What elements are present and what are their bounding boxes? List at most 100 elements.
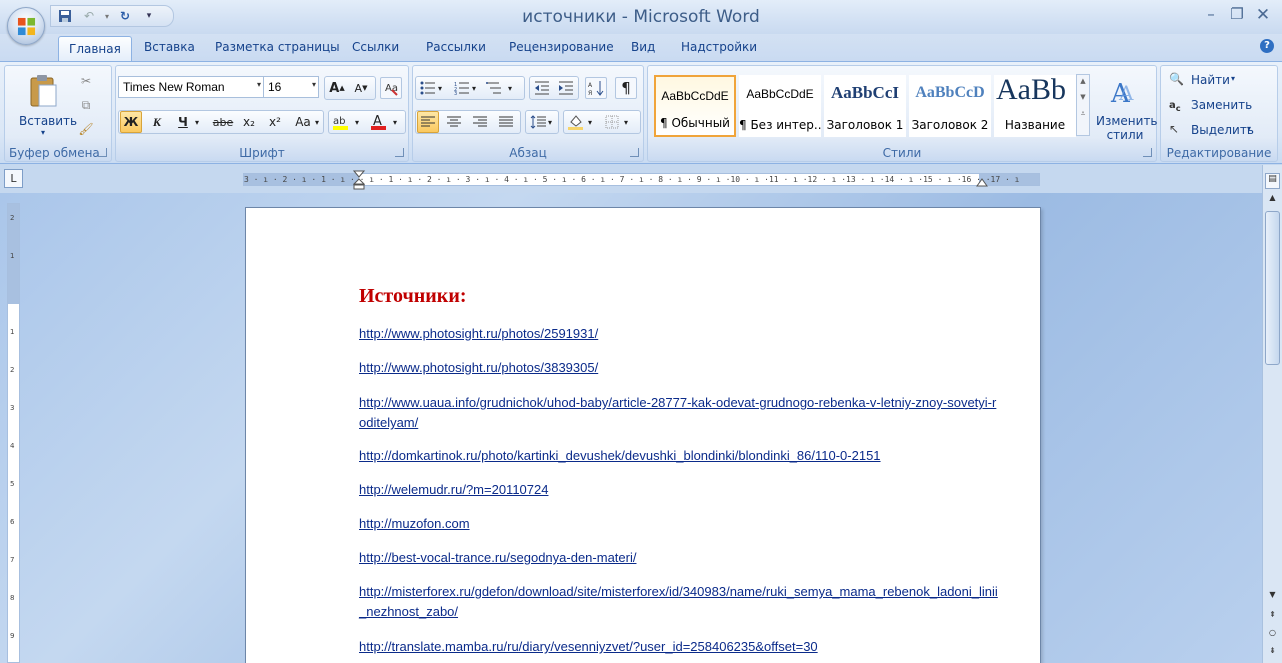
align-left-icon[interactable] bbox=[417, 111, 439, 133]
font-color-dropdown-icon[interactable]: ▾ bbox=[390, 111, 400, 133]
highlight-icon[interactable]: ab bbox=[330, 111, 352, 133]
change-case-dropdown-icon[interactable]: ▾ bbox=[312, 111, 322, 133]
paste-button[interactable]: Вставить ▾ bbox=[17, 72, 77, 142]
styles-more-icon[interactable]: ⩡ bbox=[1077, 109, 1089, 119]
format-painter-icon[interactable]: 🖌 bbox=[75, 118, 97, 140]
select-button[interactable]: ↖ Выделить ▾ bbox=[1169, 122, 1254, 140]
source-link[interactable]: http://www.photosight.ru/photos/3839305/ bbox=[359, 358, 999, 378]
svg-text:6: 6 bbox=[10, 518, 15, 526]
restore-icon[interactable]: ❐ bbox=[1226, 5, 1248, 25]
scroll-up-icon[interactable]: ▲ bbox=[1265, 193, 1280, 209]
tab-addins[interactable]: Надстройки bbox=[681, 40, 757, 54]
increase-indent-icon[interactable] bbox=[555, 77, 577, 99]
tab-home[interactable]: Главная bbox=[58, 36, 132, 63]
clipboard-dialog-launcher-icon[interactable] bbox=[98, 148, 107, 157]
tab-review[interactable]: Рецензирование bbox=[509, 40, 614, 54]
source-link[interactable]: http://muzofon.com bbox=[359, 514, 999, 534]
tab-page-layout[interactable]: Разметка страницы bbox=[215, 40, 340, 54]
clear-formatting-icon[interactable]: Aa bbox=[380, 77, 402, 99]
tab-references[interactable]: Ссылки bbox=[352, 40, 399, 54]
paste-dropdown-icon[interactable]: ▾ bbox=[41, 128, 45, 137]
copy-icon[interactable]: ⧉ bbox=[75, 94, 97, 116]
highlight-dropdown-icon[interactable]: ▾ bbox=[352, 111, 362, 133]
superscript-button[interactable]: x² bbox=[264, 111, 286, 133]
close-icon[interactable]: ✕ bbox=[1252, 5, 1274, 25]
italic-button[interactable]: К bbox=[146, 111, 168, 133]
font-dialog-launcher-icon[interactable] bbox=[395, 148, 404, 157]
styles-dialog-launcher-icon[interactable] bbox=[1143, 148, 1152, 157]
styles-gallery-scroll[interactable]: ▲ ▼ ⩡ bbox=[1076, 74, 1090, 136]
shrink-font-button[interactable]: A ▼ bbox=[350, 77, 372, 99]
scroll-down-icon[interactable]: ▼ bbox=[1265, 590, 1280, 606]
justify-icon[interactable] bbox=[495, 111, 517, 133]
document-page[interactable]: Источники: http://www.photosight.ru/phot… bbox=[245, 207, 1041, 663]
change-styles-button[interactable]: A A Изменить стили bbox=[1094, 74, 1158, 144]
bold-button[interactable]: Ж bbox=[120, 111, 142, 133]
view-ruler-icon[interactable]: ▤ bbox=[1265, 173, 1280, 189]
select-dropdown-icon[interactable]: ▾ bbox=[1247, 124, 1251, 133]
subscript-button[interactable]: x₂ bbox=[238, 111, 260, 133]
svg-text:3: 3 bbox=[454, 91, 457, 95]
next-page-icon[interactable]: ⇟ bbox=[1265, 646, 1280, 662]
indent-marker-icon[interactable] bbox=[353, 170, 365, 190]
shading-dropdown-icon[interactable]: ▾ bbox=[585, 111, 595, 133]
style-title[interactable]: AaBb Название bbox=[994, 73, 1076, 137]
paragraph-dialog-launcher-icon[interactable] bbox=[630, 148, 639, 157]
decrease-indent-icon[interactable] bbox=[531, 77, 553, 99]
tab-insert[interactable]: Вставка bbox=[144, 40, 195, 54]
style-heading-1[interactable]: AaBbCcI Заголовок 1 bbox=[824, 75, 906, 137]
tab-mailings[interactable]: Рассылки bbox=[426, 40, 486, 54]
strikethrough-button[interactable]: abe bbox=[212, 111, 234, 133]
underline-dropdown-icon[interactable]: ▾ bbox=[192, 111, 202, 133]
tab-selector-button[interactable]: L bbox=[4, 169, 23, 188]
align-center-icon[interactable] bbox=[443, 111, 465, 133]
font-name-dropdown-icon[interactable]: ▾ bbox=[257, 80, 261, 89]
source-link[interactable]: http://best-vocal-trance.ru/segodnya-den… bbox=[359, 548, 999, 568]
shading-icon[interactable] bbox=[565, 111, 587, 133]
office-logo-icon bbox=[17, 17, 36, 36]
right-indent-marker-icon[interactable] bbox=[976, 178, 988, 188]
borders-dropdown-icon[interactable]: ▾ bbox=[621, 111, 631, 133]
font-size-input[interactable]: 16 ▾ bbox=[263, 76, 319, 98]
font-size-dropdown-icon[interactable]: ▾ bbox=[312, 80, 316, 89]
font-color-icon[interactable]: A bbox=[368, 111, 390, 133]
show-formatting-marks-button[interactable]: ¶ bbox=[615, 77, 637, 99]
bullets-dropdown-icon[interactable]: ▾ bbox=[435, 77, 445, 99]
find-dropdown-icon[interactable]: ▾ bbox=[1231, 74, 1235, 83]
styles-scroll-up-icon[interactable]: ▲ bbox=[1077, 77, 1089, 85]
styles-scroll-down-icon[interactable]: ▼ bbox=[1077, 93, 1089, 101]
style-heading-2[interactable]: AaBbCcD Заголовок 2 bbox=[909, 75, 991, 137]
font-name-input[interactable]: Times New Roman ▾ bbox=[118, 76, 264, 98]
tab-view[interactable]: Вид bbox=[631, 40, 655, 54]
source-link[interactable]: http://translate.mamba.ru/ru/diary/vesen… bbox=[359, 637, 999, 657]
browse-object-icon[interactable]: ○ bbox=[1265, 628, 1280, 644]
cut-icon[interactable]: ✂ bbox=[75, 70, 97, 92]
underline-button[interactable]: Ч bbox=[172, 111, 194, 133]
multilevel-dropdown-icon[interactable]: ▾ bbox=[505, 77, 515, 99]
source-link[interactable]: http://domkartinok.ru/photo/kartinki_dev… bbox=[359, 446, 999, 466]
grow-font-button[interactable]: A ▲ bbox=[326, 77, 348, 99]
previous-page-icon[interactable]: ⇞ bbox=[1265, 610, 1280, 626]
minimize-icon[interactable]: – bbox=[1200, 5, 1222, 25]
find-button[interactable]: 🔍 Найти ▾ bbox=[1169, 72, 1235, 90]
change-case-button[interactable]: Aa bbox=[292, 111, 314, 133]
numbering-dropdown-icon[interactable]: ▾ bbox=[469, 77, 479, 99]
office-button[interactable] bbox=[7, 7, 45, 45]
scrollbar-thumb[interactable] bbox=[1265, 211, 1280, 365]
horizontal-ruler[interactable]: 3 · ı · 2 · ı · 1 · ı · · ı · 1 · ı · 2 … bbox=[243, 170, 1040, 190]
source-link[interactable]: http://misterforex.ru/gdefon/download/si… bbox=[359, 582, 999, 622]
style-normal[interactable]: AaBbCcDdE ¶ Обычный bbox=[654, 75, 736, 137]
help-icon[interactable]: ? bbox=[1260, 39, 1274, 53]
vertical-scrollbar[interactable]: ▤ ▲ ▼ ⇞ ○ ⇟ bbox=[1262, 165, 1282, 663]
source-link[interactable]: http://welemudr.ru/?m=20110724 bbox=[359, 480, 999, 500]
source-link[interactable]: http://www.uaua.info/grudnichok/uhod-bab… bbox=[359, 393, 999, 433]
borders-icon[interactable] bbox=[601, 111, 623, 133]
source-link[interactable]: http://www.photosight.ru/photos/2591931/ bbox=[359, 324, 999, 344]
style-no-spacing[interactable]: AaBbCcDdE ¶ Без интер... bbox=[739, 75, 821, 137]
multilevel-list-icon[interactable] bbox=[483, 77, 505, 99]
vertical-ruler[interactable]: 2 1 1 2 3 4 5 6 7 8 9 bbox=[7, 203, 20, 663]
replace-button[interactable]: ac Заменить bbox=[1169, 97, 1252, 115]
align-right-icon[interactable] bbox=[469, 111, 491, 133]
sort-icon[interactable]: AЯ bbox=[585, 77, 607, 99]
line-spacing-dropdown-icon[interactable]: ▾ bbox=[545, 111, 555, 133]
